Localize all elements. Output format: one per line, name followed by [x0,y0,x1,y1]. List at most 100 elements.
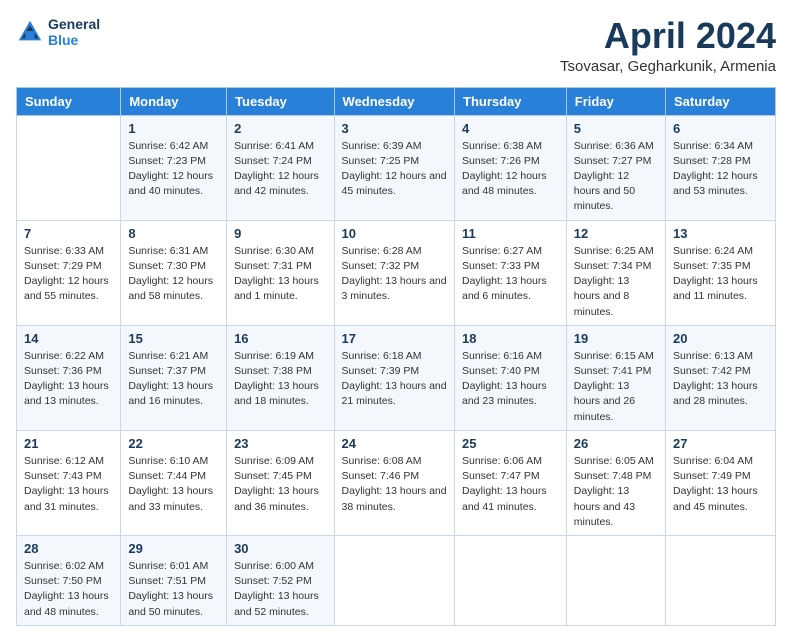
day-info: Sunrise: 6:19 AMSunset: 7:38 PMDaylight:… [234,349,326,410]
day-number: 19 [574,331,658,346]
calendar-cell: 26 Sunrise: 6:05 AMSunset: 7:48 PMDaylig… [566,430,665,535]
day-info: Sunrise: 6:28 AMSunset: 7:32 PMDaylight:… [342,244,447,305]
day-number: 26 [574,436,658,451]
day-info: Sunrise: 6:39 AMSunset: 7:25 PMDaylight:… [342,139,447,200]
calendar-cell [17,115,121,220]
day-info: Sunrise: 6:06 AMSunset: 7:47 PMDaylight:… [462,454,559,515]
day-info: Sunrise: 6:10 AMSunset: 7:44 PMDaylight:… [128,454,219,515]
day-info: Sunrise: 6:05 AMSunset: 7:48 PMDaylight:… [574,454,658,530]
header-day-monday: Monday [121,87,227,115]
calendar-cell: 21 Sunrise: 6:12 AMSunset: 7:43 PMDaylig… [17,430,121,535]
day-number: 24 [342,436,447,451]
day-number: 30 [234,541,326,556]
day-number: 5 [574,121,658,136]
week-row-4: 21 Sunrise: 6:12 AMSunset: 7:43 PMDaylig… [17,430,776,535]
title-block: April 2024 Tsovasar, Gegharkunik, Armeni… [560,16,776,75]
logo-icon [16,18,44,46]
page-header: General Blue April 2024 Tsovasar, Geghar… [16,16,776,75]
day-number: 3 [342,121,447,136]
calendar-cell: 6 Sunrise: 6:34 AMSunset: 7:28 PMDayligh… [666,115,776,220]
calendar-cell: 24 Sunrise: 6:08 AMSunset: 7:46 PMDaylig… [334,430,454,535]
header-day-friday: Friday [566,87,665,115]
week-row-3: 14 Sunrise: 6:22 AMSunset: 7:36 PMDaylig… [17,325,776,430]
calendar-cell: 27 Sunrise: 6:04 AMSunset: 7:49 PMDaylig… [666,430,776,535]
day-number: 7 [24,226,113,241]
day-info: Sunrise: 6:09 AMSunset: 7:45 PMDaylight:… [234,454,326,515]
day-number: 10 [342,226,447,241]
day-number: 13 [673,226,768,241]
day-info: Sunrise: 6:25 AMSunset: 7:34 PMDaylight:… [574,244,658,320]
week-row-2: 7 Sunrise: 6:33 AMSunset: 7:29 PMDayligh… [17,220,776,325]
calendar-cell: 22 Sunrise: 6:10 AMSunset: 7:44 PMDaylig… [121,430,227,535]
day-info: Sunrise: 6:18 AMSunset: 7:39 PMDaylight:… [342,349,447,410]
calendar-cell: 20 Sunrise: 6:13 AMSunset: 7:42 PMDaylig… [666,325,776,430]
day-number: 11 [462,226,559,241]
calendar-cell: 23 Sunrise: 6:09 AMSunset: 7:45 PMDaylig… [227,430,334,535]
day-info: Sunrise: 6:30 AMSunset: 7:31 PMDaylight:… [234,244,326,305]
calendar-cell: 13 Sunrise: 6:24 AMSunset: 7:35 PMDaylig… [666,220,776,325]
logo-line2: Blue [48,32,100,48]
day-info: Sunrise: 6:04 AMSunset: 7:49 PMDaylight:… [673,454,768,515]
day-info: Sunrise: 6:16 AMSunset: 7:40 PMDaylight:… [462,349,559,410]
day-number: 8 [128,226,219,241]
day-number: 27 [673,436,768,451]
day-info: Sunrise: 6:41 AMSunset: 7:24 PMDaylight:… [234,139,326,200]
day-info: Sunrise: 6:21 AMSunset: 7:37 PMDaylight:… [128,349,219,410]
calendar-cell: 15 Sunrise: 6:21 AMSunset: 7:37 PMDaylig… [121,325,227,430]
calendar-cell: 7 Sunrise: 6:33 AMSunset: 7:29 PMDayligh… [17,220,121,325]
calendar-cell: 10 Sunrise: 6:28 AMSunset: 7:32 PMDaylig… [334,220,454,325]
day-number: 2 [234,121,326,136]
day-number: 17 [342,331,447,346]
day-info: Sunrise: 6:13 AMSunset: 7:42 PMDaylight:… [673,349,768,410]
calendar-cell: 3 Sunrise: 6:39 AMSunset: 7:25 PMDayligh… [334,115,454,220]
calendar-table: SundayMondayTuesdayWednesdayThursdayFrid… [16,87,776,626]
calendar-cell: 11 Sunrise: 6:27 AMSunset: 7:33 PMDaylig… [455,220,567,325]
day-info: Sunrise: 6:38 AMSunset: 7:26 PMDaylight:… [462,139,559,200]
header-day-saturday: Saturday [666,87,776,115]
calendar-cell: 5 Sunrise: 6:36 AMSunset: 7:27 PMDayligh… [566,115,665,220]
calendar-cell: 9 Sunrise: 6:30 AMSunset: 7:31 PMDayligh… [227,220,334,325]
calendar-cell: 8 Sunrise: 6:31 AMSunset: 7:30 PMDayligh… [121,220,227,325]
day-number: 21 [24,436,113,451]
day-number: 23 [234,436,326,451]
day-info: Sunrise: 6:01 AMSunset: 7:51 PMDaylight:… [128,559,219,620]
header-day-wednesday: Wednesday [334,87,454,115]
day-number: 14 [24,331,113,346]
calendar-cell: 18 Sunrise: 6:16 AMSunset: 7:40 PMDaylig… [455,325,567,430]
header-row: SundayMondayTuesdayWednesdayThursdayFrid… [17,87,776,115]
header-day-thursday: Thursday [455,87,567,115]
calendar-cell: 1 Sunrise: 6:42 AMSunset: 7:23 PMDayligh… [121,115,227,220]
day-info: Sunrise: 6:36 AMSunset: 7:27 PMDaylight:… [574,139,658,215]
day-info: Sunrise: 6:15 AMSunset: 7:41 PMDaylight:… [574,349,658,425]
day-number: 18 [462,331,559,346]
day-number: 6 [673,121,768,136]
day-number: 9 [234,226,326,241]
day-number: 22 [128,436,219,451]
day-info: Sunrise: 6:00 AMSunset: 7:52 PMDaylight:… [234,559,326,620]
day-info: Sunrise: 6:34 AMSunset: 7:28 PMDaylight:… [673,139,768,200]
logo-line1: General [48,16,100,32]
day-info: Sunrise: 6:22 AMSunset: 7:36 PMDaylight:… [24,349,113,410]
calendar-cell: 16 Sunrise: 6:19 AMSunset: 7:38 PMDaylig… [227,325,334,430]
day-number: 25 [462,436,559,451]
day-info: Sunrise: 6:24 AMSunset: 7:35 PMDaylight:… [673,244,768,305]
main-title: April 2024 [560,16,776,56]
calendar-cell: 17 Sunrise: 6:18 AMSunset: 7:39 PMDaylig… [334,325,454,430]
day-number: 12 [574,226,658,241]
day-info: Sunrise: 6:27 AMSunset: 7:33 PMDaylight:… [462,244,559,305]
day-number: 16 [234,331,326,346]
day-info: Sunrise: 6:02 AMSunset: 7:50 PMDaylight:… [24,559,113,620]
header-day-sunday: Sunday [17,87,121,115]
day-number: 29 [128,541,219,556]
calendar-cell: 25 Sunrise: 6:06 AMSunset: 7:47 PMDaylig… [455,430,567,535]
day-number: 1 [128,121,219,136]
day-info: Sunrise: 6:42 AMSunset: 7:23 PMDaylight:… [128,139,219,200]
day-info: Sunrise: 6:08 AMSunset: 7:46 PMDaylight:… [342,454,447,515]
logo: General Blue [16,16,100,48]
day-info: Sunrise: 6:33 AMSunset: 7:29 PMDaylight:… [24,244,113,305]
week-row-1: 1 Sunrise: 6:42 AMSunset: 7:23 PMDayligh… [17,115,776,220]
calendar-cell: 2 Sunrise: 6:41 AMSunset: 7:24 PMDayligh… [227,115,334,220]
day-number: 28 [24,541,113,556]
subtitle: Tsovasar, Gegharkunik, Armenia [560,58,776,75]
logo-text: General Blue [48,16,100,48]
